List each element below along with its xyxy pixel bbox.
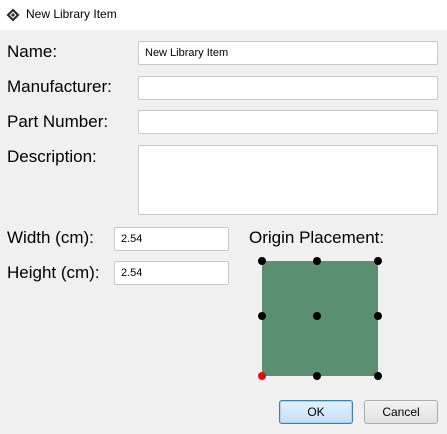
origin-dot-bottom-center[interactable]: [313, 372, 321, 380]
name-label: Name:: [7, 42, 58, 61]
title-bar: New Library Item: [0, 0, 447, 30]
origin-dot-center[interactable]: [313, 312, 321, 320]
origin-dot-middle-right[interactable]: [374, 312, 382, 320]
width-input[interactable]: [114, 227, 229, 251]
ok-button[interactable]: OK: [279, 400, 353, 424]
manufacturer-input[interactable]: [138, 76, 438, 100]
description-label: Description:: [7, 147, 97, 166]
cancel-button[interactable]: Cancel: [364, 400, 438, 424]
app-diamond-icon: [6, 8, 20, 22]
origin-dot-top-right[interactable]: [374, 257, 382, 265]
new-library-item-dialog: New Library Item Name: Manufacturer: Par…: [0, 0, 447, 434]
height-label: Height (cm):: [7, 263, 100, 282]
origin-placement-grid: [258, 257, 382, 380]
origin-dot-top-left[interactable]: [258, 257, 266, 265]
height-input[interactable]: [114, 261, 229, 285]
part-number-input[interactable]: [138, 110, 438, 134]
origin-dot-bottom-left[interactable]: [258, 372, 266, 380]
name-input[interactable]: [138, 41, 438, 65]
description-textarea[interactable]: [138, 145, 438, 215]
origin-placement-label: Origin Placement:: [249, 228, 385, 247]
manufacturer-label: Manufacturer:: [7, 77, 112, 96]
origin-dot-middle-left[interactable]: [258, 312, 266, 320]
window-title: New Library Item: [26, 7, 117, 21]
origin-dot-top-center[interactable]: [313, 257, 321, 265]
width-label: Width (cm):: [7, 228, 94, 247]
part-number-label: Part Number:: [7, 112, 109, 131]
origin-dot-bottom-right[interactable]: [374, 372, 382, 380]
